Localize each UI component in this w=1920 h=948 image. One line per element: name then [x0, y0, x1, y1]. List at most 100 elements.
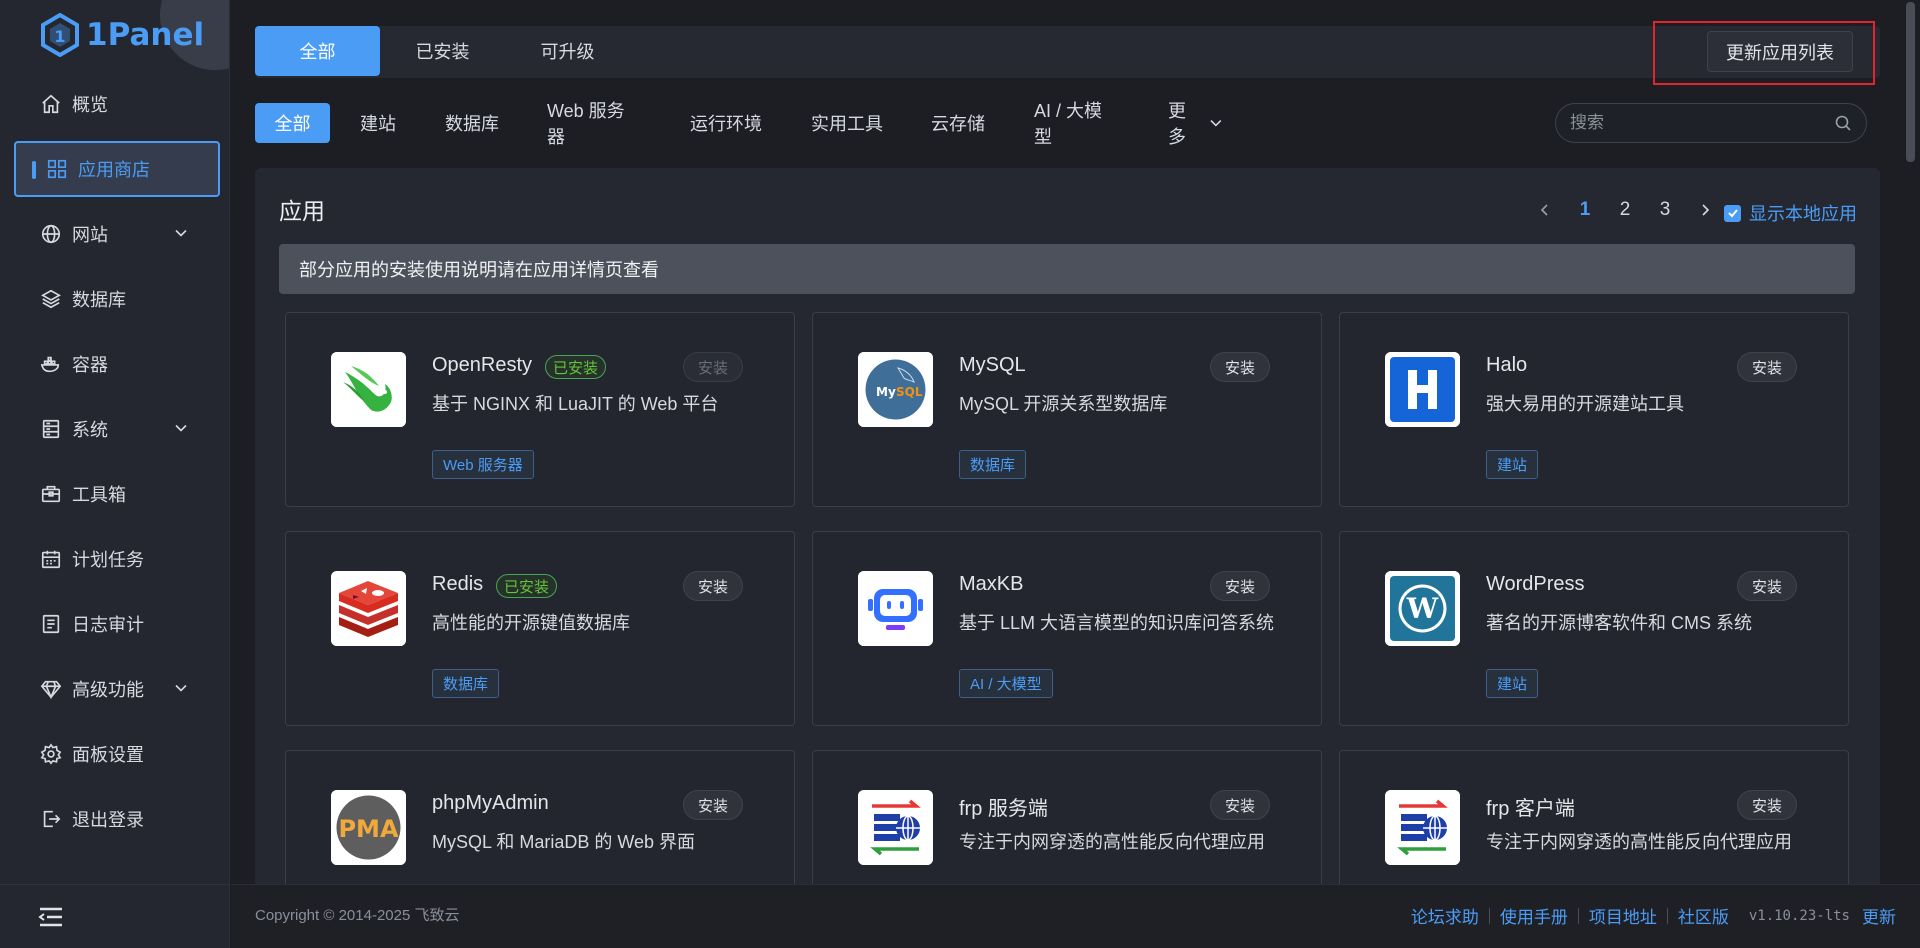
app-card-wordpress[interactable]: W WordPress 安装 著名的开源博客软件和 CMS 系统 建站 [1339, 531, 1849, 726]
logo-text: 1Panel [86, 17, 205, 53]
forum-link[interactable]: 论坛求助 [1401, 903, 1489, 928]
page-2[interactable]: 2 [1605, 199, 1645, 221]
app-card-frp-server[interactable]: frp 服务端 安装 专注于内网穿透的高性能反向代理应用 [812, 750, 1322, 888]
app-card-openresty[interactable]: OpenResty 已安装 安装 基于 NGINX 和 LuaJIT 的 Web… [285, 312, 795, 507]
install-button[interactable]: 安装 [1210, 790, 1270, 820]
app-name: MaxKB [959, 573, 1024, 595]
install-button[interactable]: 安装 [683, 352, 743, 382]
install-button[interactable]: 安装 [1210, 352, 1270, 382]
sidebar-item-label: 数据库 [72, 290, 126, 310]
app-card-halo[interactable]: Halo 安装 强大易用的开源建站工具 建站 [1339, 312, 1849, 507]
prev-page-button[interactable] [1525, 203, 1565, 217]
svg-text:My: My [876, 385, 896, 399]
sidebar-item-database[interactable]: 数据库 [14, 271, 220, 327]
install-button[interactable]: 安装 [683, 790, 743, 820]
chevron-down-icon [1210, 119, 1222, 127]
sidebar-item-advanced[interactable]: 高级功能 [14, 661, 220, 717]
app-name: WordPress [1486, 573, 1585, 595]
openresty-icon [331, 352, 406, 427]
category-more[interactable]: 更多 [1158, 101, 1233, 147]
app-tag[interactable]: 建站 [1486, 450, 1539, 479]
sidebar-item-system[interactable]: 系统 [14, 401, 220, 457]
tab-all[interactable]: 全部 [255, 26, 380, 76]
app-tag[interactable]: AI / 大模型 [959, 669, 1053, 698]
update-link[interactable]: 更新 [1856, 903, 1906, 928]
show-local-apps-toggle[interactable]: 显示本地应用 [1724, 200, 1857, 226]
category-all[interactable]: 全部 [255, 103, 330, 143]
search-input[interactable] [1570, 113, 1834, 133]
category-database[interactable]: 数据库 [434, 103, 510, 143]
app-description: 著名的开源博客软件和 CMS 系统 [1486, 613, 1752, 633]
category-tools[interactable]: 实用工具 [799, 103, 895, 143]
layers-icon [40, 288, 62, 310]
sidebar: 1 1Panel 概览 应用商店 网站 数据库 容器 系统 工具箱 计划任务 日… [0, 0, 230, 948]
edition-link[interactable]: 社区版 [1668, 903, 1739, 928]
log-icon [40, 613, 62, 635]
category-cloud-storage[interactable]: 云存储 [920, 103, 996, 143]
app-card-mysql[interactable]: My SQL MySQL 安装 MySQL 开源关系型数据库 数据库 [812, 312, 1322, 507]
maxkb-icon [858, 571, 933, 646]
footer: Copyright © 2014-2025 飞致云 论坛求助 使用手册 项目地址… [231, 884, 1920, 948]
checkbox-checked-icon[interactable] [1724, 204, 1741, 222]
sidebar-item-cron[interactable]: 计划任务 [14, 531, 220, 587]
app-card-redis[interactable]: Redis 已安装 安装 高性能的开源键值数据库 数据库 [285, 531, 795, 726]
notice-banner: 部分应用的安装使用说明请在应用详情页查看 [279, 244, 1855, 294]
app-tag[interactable]: Web 服务器 [432, 450, 534, 479]
sidebar-item-toolbox[interactable]: 工具箱 [14, 466, 220, 522]
install-button[interactable]: 安装 [1737, 790, 1797, 820]
sidebar-item-overview[interactable]: 概览 [14, 76, 220, 132]
app-card-phpmyadmin[interactable]: PMA phpMyAdmin 安装 MySQL 和 MariaDB 的 Web … [285, 750, 795, 888]
sidebar-item-website[interactable]: 网站 [14, 206, 220, 262]
app-description: 基于 NGINX 和 LuaJIT 的 Web 平台 [432, 394, 719, 414]
app-tag[interactable]: 数据库 [432, 669, 500, 698]
search-icon[interactable] [1834, 114, 1852, 132]
redis-icon [331, 571, 406, 646]
tab-upgradable[interactable]: 可升级 [505, 26, 630, 76]
project-link[interactable]: 项目地址 [1579, 903, 1667, 928]
frp-icon [1385, 790, 1460, 865]
logo[interactable]: 1 1Panel [40, 12, 204, 58]
install-button[interactable]: 安装 [1737, 352, 1797, 382]
sidebar-item-container[interactable]: 容器 [14, 336, 220, 392]
install-button[interactable]: 安装 [1210, 571, 1270, 601]
globe-icon [40, 223, 62, 245]
sidebar-item-label: 高级功能 [72, 680, 144, 700]
app-tag[interactable]: 数据库 [959, 450, 1027, 479]
tab-installed[interactable]: 已安装 [380, 26, 505, 76]
app-description: 专注于内网穿透的高性能反向代理应用 [959, 832, 1265, 852]
scrollbar[interactable] [1906, 2, 1915, 162]
app-description: 强大易用的开源建站工具 [1486, 394, 1684, 414]
wordpress-icon: W [1385, 571, 1460, 646]
page-3[interactable]: 3 [1645, 199, 1685, 221]
show-local-apps-label: 显示本地应用 [1749, 204, 1857, 224]
update-app-list-button[interactable]: 更新应用列表 [1707, 31, 1853, 72]
category-website[interactable]: 建站 [347, 103, 409, 143]
menu-collapse-icon[interactable] [38, 906, 64, 928]
chevron-down-icon [175, 424, 187, 432]
version-text: v1.10.23-lts [1748, 907, 1850, 924]
install-button[interactable]: 安装 [683, 571, 743, 601]
sidebar-item-app-store[interactable]: 应用商店 [14, 141, 220, 197]
app-description: MySQL 和 MariaDB 的 Web 界面 [432, 832, 696, 852]
app-tag[interactable]: 建站 [1486, 669, 1539, 698]
next-page-button[interactable] [1685, 203, 1725, 217]
sidebar-item-label: 网站 [72, 225, 108, 245]
server-icon [40, 418, 62, 440]
sidebar-item-log-audit[interactable]: 日志审计 [14, 596, 220, 652]
sidebar-item-label: 系统 [72, 420, 108, 440]
install-button[interactable]: 安装 [1737, 571, 1797, 601]
manual-link[interactable]: 使用手册 [1490, 903, 1578, 928]
category-ai[interactable]: AI / 大模型 [1024, 101, 1126, 147]
category-web-server[interactable]: Web 服务器 [537, 101, 652, 147]
mysql-icon: My SQL [858, 352, 933, 427]
app-card-frp-client[interactable]: frp 客户端 安装 专注于内网穿透的高性能反向代理应用 [1339, 750, 1849, 888]
category-runtime[interactable]: 运行环境 [678, 103, 774, 143]
sidebar-item-logout[interactable]: 退出登录 [14, 791, 220, 847]
app-card-maxkb[interactable]: MaxKB 安装 基于 LLM 大语言模型的知识库问答系统 AI / 大模型 [812, 531, 1322, 726]
installed-badge: 已安装 [545, 355, 607, 379]
sidebar-item-settings[interactable]: 面板设置 [14, 726, 220, 782]
sidebar-menu: 概览 应用商店 网站 数据库 容器 系统 工具箱 计划任务 日志审计 高级功能 … [0, 76, 229, 856]
logo-hexagon-icon: 1 [41, 13, 79, 57]
page-1[interactable]: 1 [1565, 199, 1605, 221]
svg-text:W: W [1406, 592, 1439, 625]
